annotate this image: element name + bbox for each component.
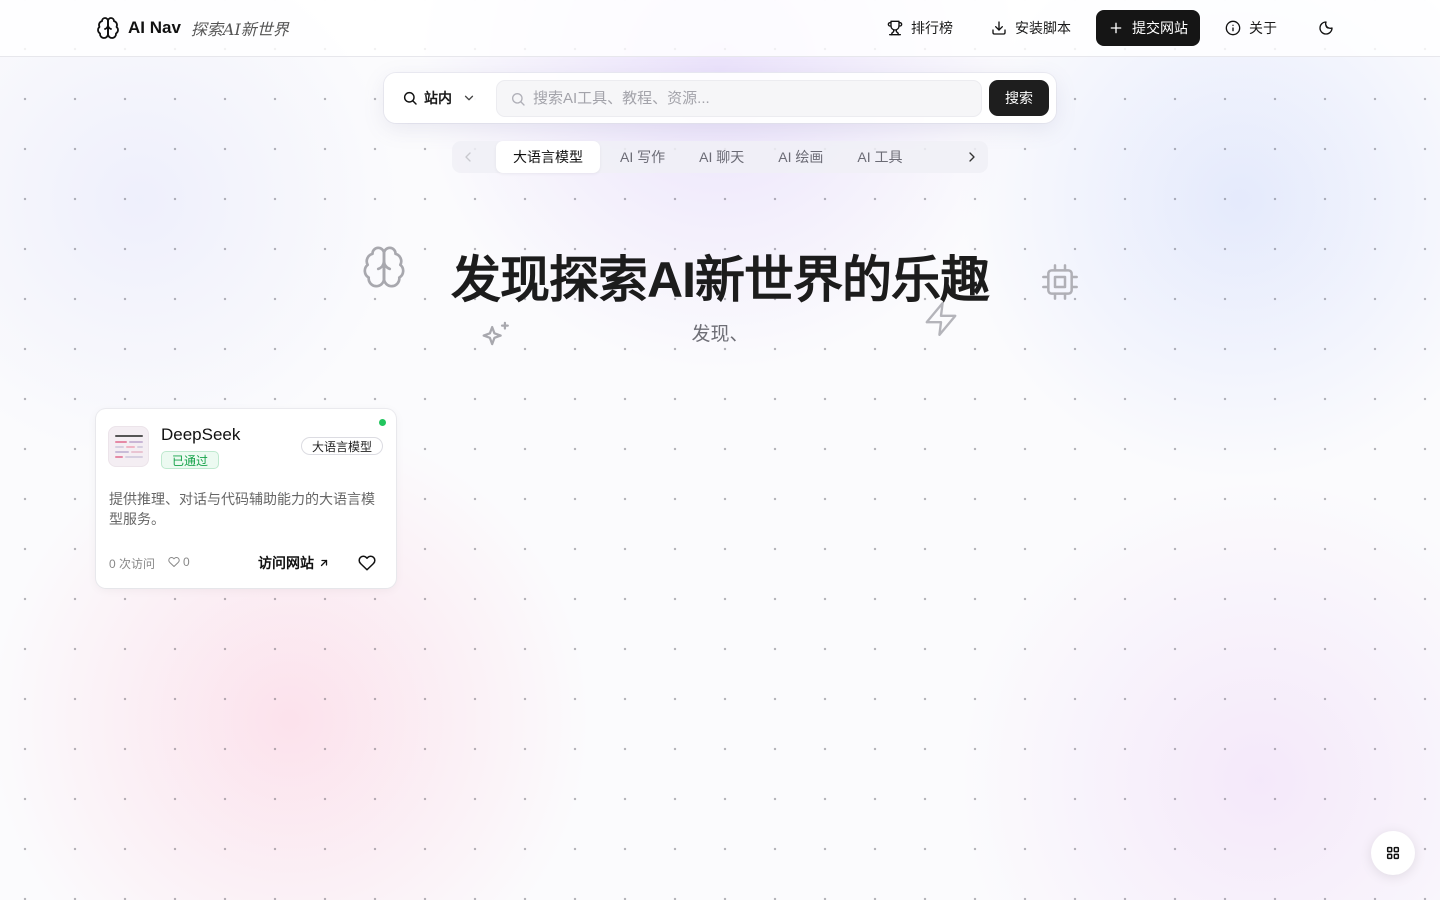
search-icon [403,91,417,105]
tab-ai-writing[interactable]: AI 写作 [606,141,679,173]
top-header: AI Nav 探索AI新世界 排行榜 安装脚本 提交网站 关于 [0,0,1440,57]
tab-llm[interactable]: 大语言模型 [496,141,600,173]
search-bar: 站内 搜索 [384,73,1056,123]
submit-site-button[interactable]: 提交网站 [1096,10,1200,46]
ranking-label: 排行榜 [911,20,953,36]
site-thumbnail[interactable] [108,426,149,467]
plus-icon [1110,22,1122,34]
favorite-heart-icon[interactable] [358,554,376,572]
search-input[interactable] [533,81,973,116]
search-scope-label: 站内 [424,90,452,106]
status-badge: 已通过 [161,451,220,469]
tab-ai-chat[interactable]: AI 聊天 [685,141,758,173]
site-card[interactable]: DeepSeek 已通过 大语言模型 提供推理、对话与代码辅助能力的大语言模型服… [96,409,396,588]
install-script-button[interactable]: 安装脚本 [978,10,1084,46]
visit-count: 0 次访问 [109,557,156,571]
category-tabs: 大语言模型 AI 写作 AI 聊天 AI 绘画 AI 工具 [452,141,988,173]
submit-site-label: 提交网站 [1132,20,1188,36]
brand-name: AI Nav [128,18,181,37]
about-button[interactable]: 关于 [1212,10,1290,46]
theme-toggle-icon [1319,21,1333,35]
about-label: 关于 [1249,20,1277,36]
brand-slogan: 探索AI新世界 [190,20,289,39]
search-field [496,80,982,117]
external-arrow-icon [320,559,328,567]
brain-icon [96,16,120,40]
chevron-right-icon[interactable] [964,149,980,165]
theme-toggle-button[interactable] [1308,10,1344,46]
top-nav: 排行榜 安装脚本 提交网站 关于 [874,10,1344,46]
hero-subtitle: 发现、 [691,324,749,345]
tab-ai-drawing[interactable]: AI 绘画 [764,141,837,173]
like-count-value: 0 [183,555,190,569]
hero-title: 发现探索AI新世界的乐趣 [451,252,990,308]
tab-ai-tools[interactable]: AI 工具 [843,141,916,173]
brand[interactable]: AI Nav 探索AI新世界 [96,15,289,41]
grid-menu-button[interactable] [1371,831,1415,875]
online-indicator [379,419,386,426]
search-button[interactable]: 搜索 [989,80,1049,116]
site-description: 提供推理、对话与代码辅助能力的大语言模型服务。 [109,491,375,527]
heart-small-icon [168,556,180,567]
grid-icon [1386,846,1400,860]
search-icon [512,93,525,106]
chevron-left-icon[interactable] [460,149,476,165]
tab-list: 大语言模型 AI 写作 AI 聊天 AI 绘画 AI 工具 [496,141,917,173]
install-script-label: 安装脚本 [1015,20,1071,36]
download-icon [992,21,1006,35]
chevron-down-icon [464,95,474,101]
visit-site-label: 访问网站 [258,555,314,571]
category-badge[interactable]: 大语言模型 [300,437,383,455]
info-icon [1225,20,1241,36]
visit-site-link[interactable]: 访问网站 [258,553,330,573]
site-name[interactable]: DeepSeek [161,425,240,445]
like-count: 0 [168,555,190,569]
ranking-button[interactable]: 排行榜 [874,10,966,46]
trophy-icon [887,20,903,36]
search-scope-dropdown[interactable]: 站内 [402,86,476,110]
